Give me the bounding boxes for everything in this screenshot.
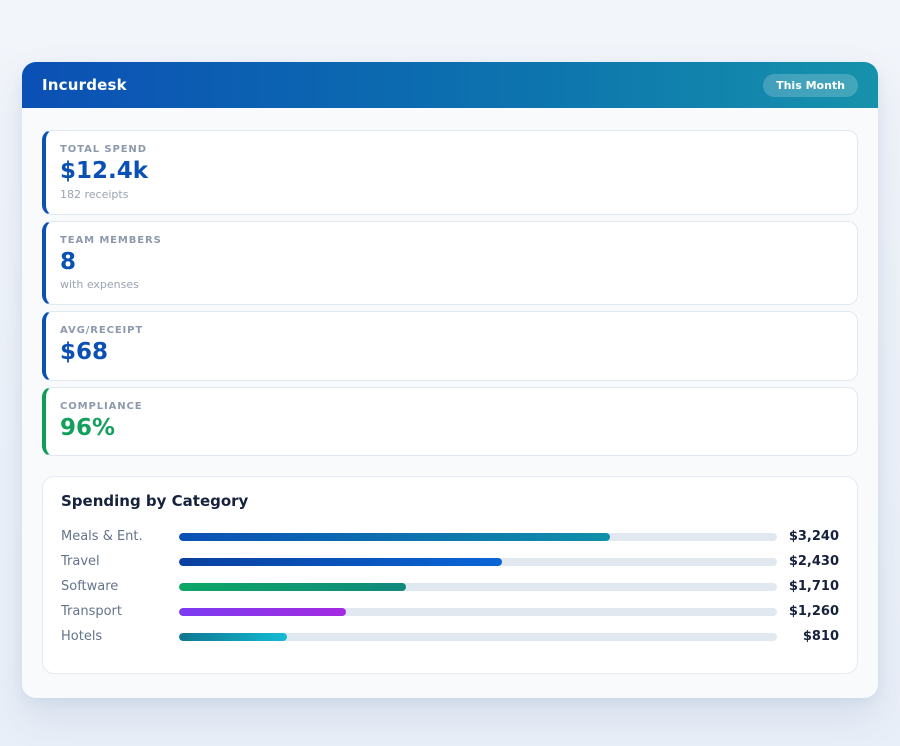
bar-fill <box>179 633 287 641</box>
app-header: Incurdesk This Month <box>22 62 878 108</box>
stat-label: TOTAL SPEND <box>60 144 841 155</box>
stat-card-total-spend: TOTAL SPEND $12.4k 182 receipts <box>42 130 858 215</box>
chart-row-software: Software $1,710 <box>61 574 839 599</box>
stat-value: 96% <box>60 415 841 443</box>
stat-label: TEAM MEMBERS <box>60 235 841 246</box>
dashboard-panel: Incurdesk This Month TOTAL SPEND $12.4k … <box>22 62 878 698</box>
stat-value: $68 <box>60 339 841 367</box>
chart-row-travel: Travel $2,430 <box>61 549 839 574</box>
category-value: $3,240 <box>777 529 839 544</box>
stat-label: COMPLIANCE <box>60 401 841 412</box>
category-label: Travel <box>61 554 179 569</box>
chart-row-hotels: Hotels $810 <box>61 624 839 649</box>
category-label: Transport <box>61 604 179 619</box>
dashboard-body: TOTAL SPEND $12.4k 182 receipts TEAM MEM… <box>22 108 878 698</box>
stat-card-compliance: COMPLIANCE 96% <box>42 387 858 457</box>
bar-fill <box>179 533 610 541</box>
bar-fill <box>179 608 346 616</box>
app-title: Incurdesk <box>42 76 127 94</box>
period-badge[interactable]: This Month <box>763 74 858 97</box>
category-value: $1,710 <box>777 579 839 594</box>
spending-by-category-card: Spending by Category Meals & Ent. $3,240… <box>42 476 858 674</box>
category-value: $810 <box>777 629 839 644</box>
chart-row-transport: Transport $1,260 <box>61 599 839 624</box>
stat-card-avg-receipt: AVG/RECEIPT $68 <box>42 311 858 381</box>
bar-track <box>179 533 777 541</box>
category-label: Software <box>61 579 179 594</box>
stat-subtext: with expenses <box>60 278 841 291</box>
bar-fill <box>179 558 502 566</box>
stat-subtext: 182 receipts <box>60 188 841 201</box>
chart-row-meals: Meals & Ent. $3,240 <box>61 524 839 549</box>
stat-value: 8 <box>60 249 841 277</box>
category-label: Hotels <box>61 629 179 644</box>
bar-fill <box>179 583 406 591</box>
bar-track <box>179 558 777 566</box>
bar-track <box>179 608 777 616</box>
category-label: Meals & Ent. <box>61 529 179 544</box>
stat-label: AVG/RECEIPT <box>60 325 841 336</box>
chart-title: Spending by Category <box>61 492 839 510</box>
stat-value: $12.4k <box>60 158 841 186</box>
bar-track <box>179 633 777 641</box>
category-value: $1,260 <box>777 604 839 619</box>
stat-card-team-members: TEAM MEMBERS 8 with expenses <box>42 221 858 306</box>
category-value: $2,430 <box>777 554 839 569</box>
bar-track <box>179 583 777 591</box>
